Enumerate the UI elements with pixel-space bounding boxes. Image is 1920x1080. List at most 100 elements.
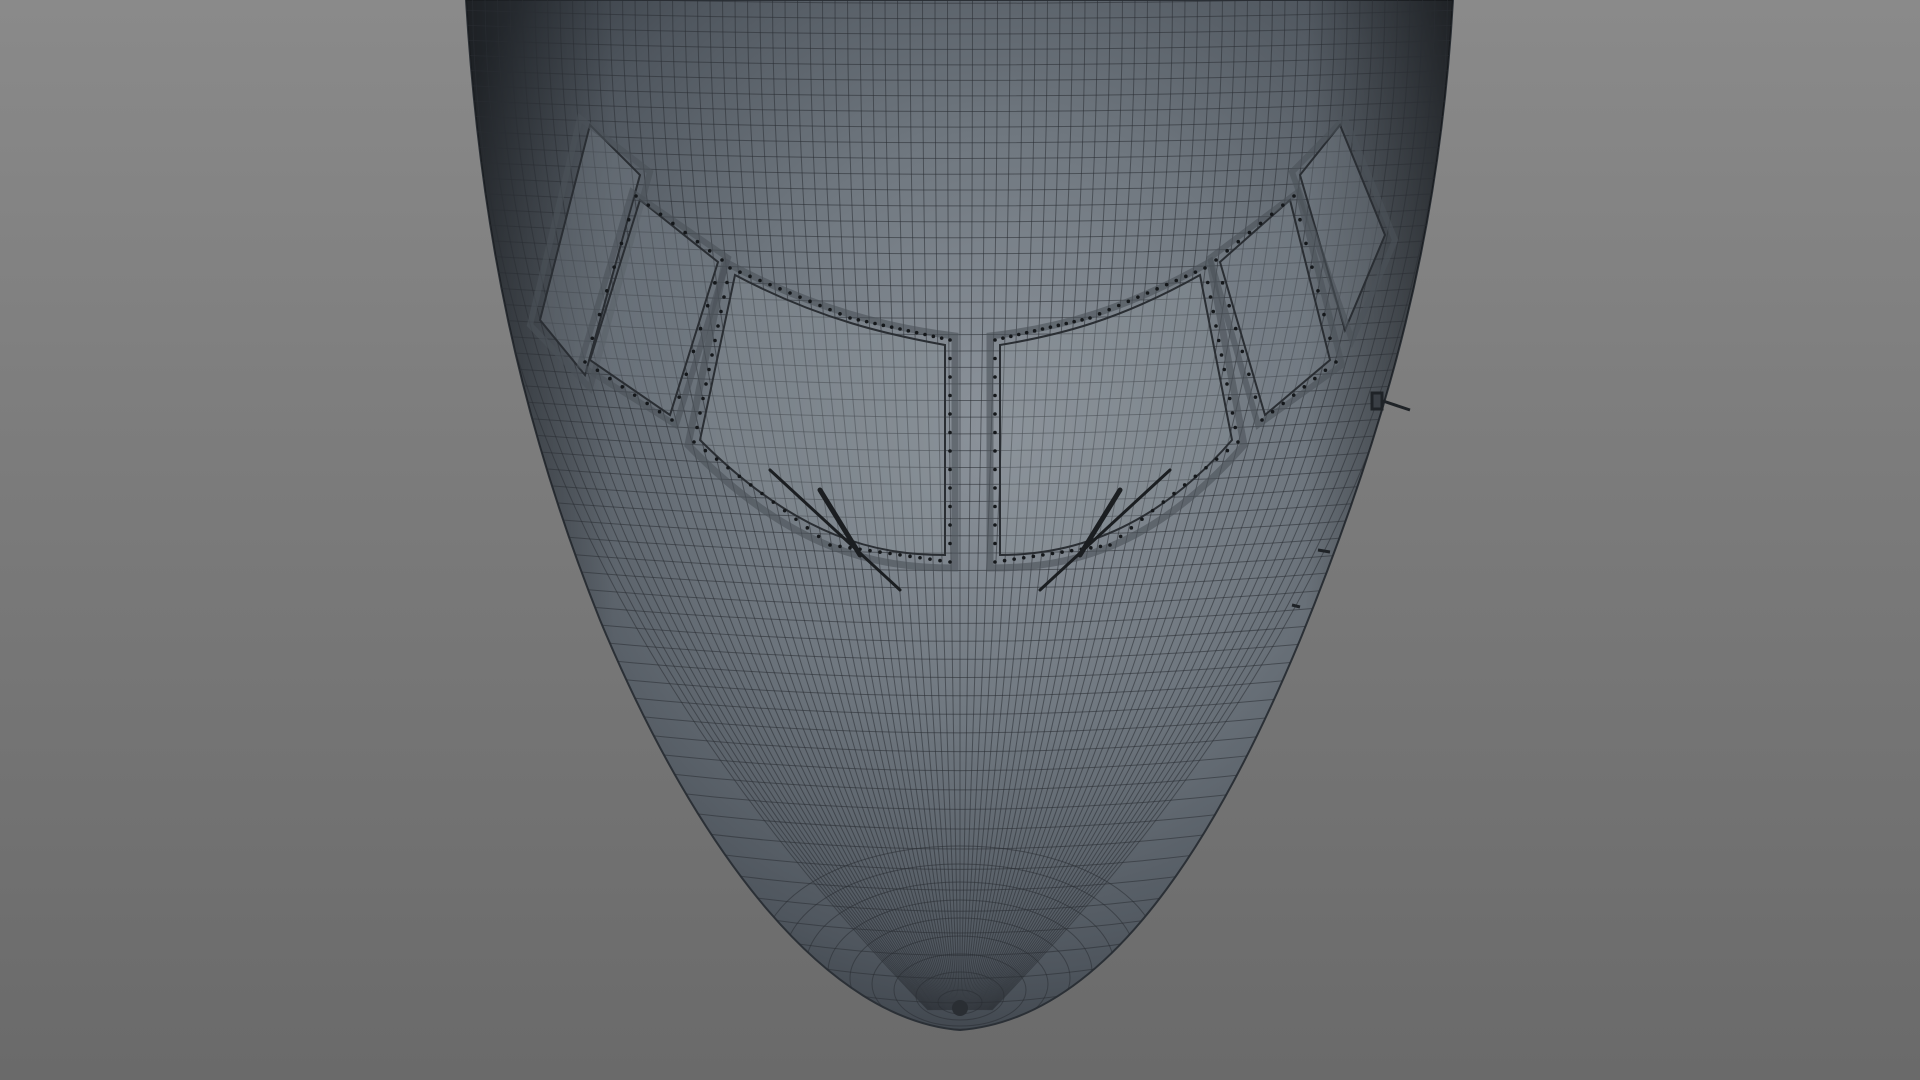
rivet — [684, 372, 689, 377]
rivet — [1291, 393, 1296, 397]
rivet — [1233, 326, 1238, 331]
rivet — [856, 318, 861, 322]
rivet — [782, 508, 787, 513]
rivet — [1292, 194, 1296, 198]
rivet — [738, 270, 742, 274]
rivet — [1161, 500, 1166, 504]
rivet — [1116, 303, 1121, 308]
rivet — [1174, 278, 1179, 283]
rivet — [1048, 325, 1053, 329]
rivet — [948, 412, 952, 416]
rivet — [725, 280, 729, 285]
rivet — [657, 409, 662, 414]
sensor-stub-1 — [1317, 548, 1331, 554]
rivet — [1009, 334, 1013, 339]
rivet — [758, 278, 762, 283]
rivet — [864, 319, 869, 324]
rivet — [798, 295, 802, 299]
rivet — [1129, 526, 1134, 530]
rivet — [683, 230, 687, 235]
rivet — [1230, 411, 1235, 415]
rivet — [1060, 550, 1064, 554]
rivet — [948, 430, 952, 435]
rivet — [928, 557, 932, 561]
rivet — [705, 303, 710, 308]
rivet — [1214, 457, 1219, 461]
rivet — [931, 334, 936, 339]
rivet — [719, 309, 723, 314]
rivet — [722, 295, 726, 299]
rivet — [1298, 217, 1302, 222]
rivet — [1225, 448, 1230, 453]
rivet — [1236, 440, 1240, 444]
rivet — [1227, 396, 1232, 401]
rivet — [888, 551, 892, 556]
rivet — [993, 486, 997, 490]
rivet — [993, 412, 997, 416]
rivet — [906, 329, 911, 333]
rivet — [608, 376, 612, 381]
rivet — [1001, 336, 1005, 340]
rivet — [728, 266, 732, 270]
rivet — [848, 316, 852, 320]
rivet — [707, 367, 711, 372]
pitot-probe — [1379, 398, 1411, 412]
rivet — [713, 281, 717, 285]
aircraft-nose-model[interactable] — [340, 0, 1580, 1062]
rivet — [1145, 291, 1150, 295]
rivet — [1118, 534, 1123, 539]
rivet — [720, 258, 724, 262]
rivet — [1225, 382, 1229, 386]
rivet — [838, 312, 842, 316]
rivet — [1258, 221, 1263, 226]
rivet — [993, 393, 997, 398]
rivet — [1270, 409, 1275, 414]
rivet — [1281, 203, 1285, 207]
rivet — [1107, 307, 1111, 312]
rivet — [1089, 546, 1093, 550]
rivet — [1225, 249, 1229, 253]
rivet — [1222, 367, 1227, 372]
rivet — [1205, 280, 1210, 285]
rivet — [626, 217, 631, 222]
rivet — [1328, 336, 1332, 341]
rivet — [1240, 349, 1245, 354]
viewport-scene[interactable] — [0, 0, 1920, 1080]
rivet — [716, 324, 720, 328]
rivet — [726, 465, 730, 470]
rivet — [1031, 554, 1036, 559]
rivet — [993, 375, 997, 379]
rivet — [1334, 360, 1338, 364]
rivet — [1155, 287, 1159, 291]
rivet — [658, 212, 663, 217]
rivet — [1316, 289, 1320, 293]
rivet — [1184, 274, 1188, 279]
rivet — [707, 249, 712, 253]
rivet — [713, 338, 717, 343]
rivet — [605, 289, 609, 293]
rivet — [1233, 425, 1238, 430]
3d-viewport[interactable] — [0, 0, 1920, 1080]
rivet — [828, 307, 832, 312]
rivet — [1016, 332, 1021, 337]
rivet — [898, 327, 902, 331]
rivet — [908, 554, 912, 559]
rivet — [939, 336, 944, 340]
rivet — [1041, 553, 1045, 557]
rivet — [788, 291, 792, 295]
rivet — [948, 504, 952, 509]
rivet — [677, 395, 681, 399]
rivet — [1032, 329, 1037, 333]
rivet — [1164, 282, 1169, 287]
rivet — [760, 491, 764, 496]
rivet — [993, 430, 997, 435]
rivet — [691, 349, 696, 354]
rivet — [816, 534, 821, 539]
rivet — [597, 312, 602, 317]
rivet — [873, 321, 877, 326]
rivet — [1281, 401, 1285, 406]
rivet — [634, 194, 638, 198]
rivet — [646, 203, 651, 207]
rivet — [645, 401, 649, 406]
rivet — [1214, 324, 1218, 328]
